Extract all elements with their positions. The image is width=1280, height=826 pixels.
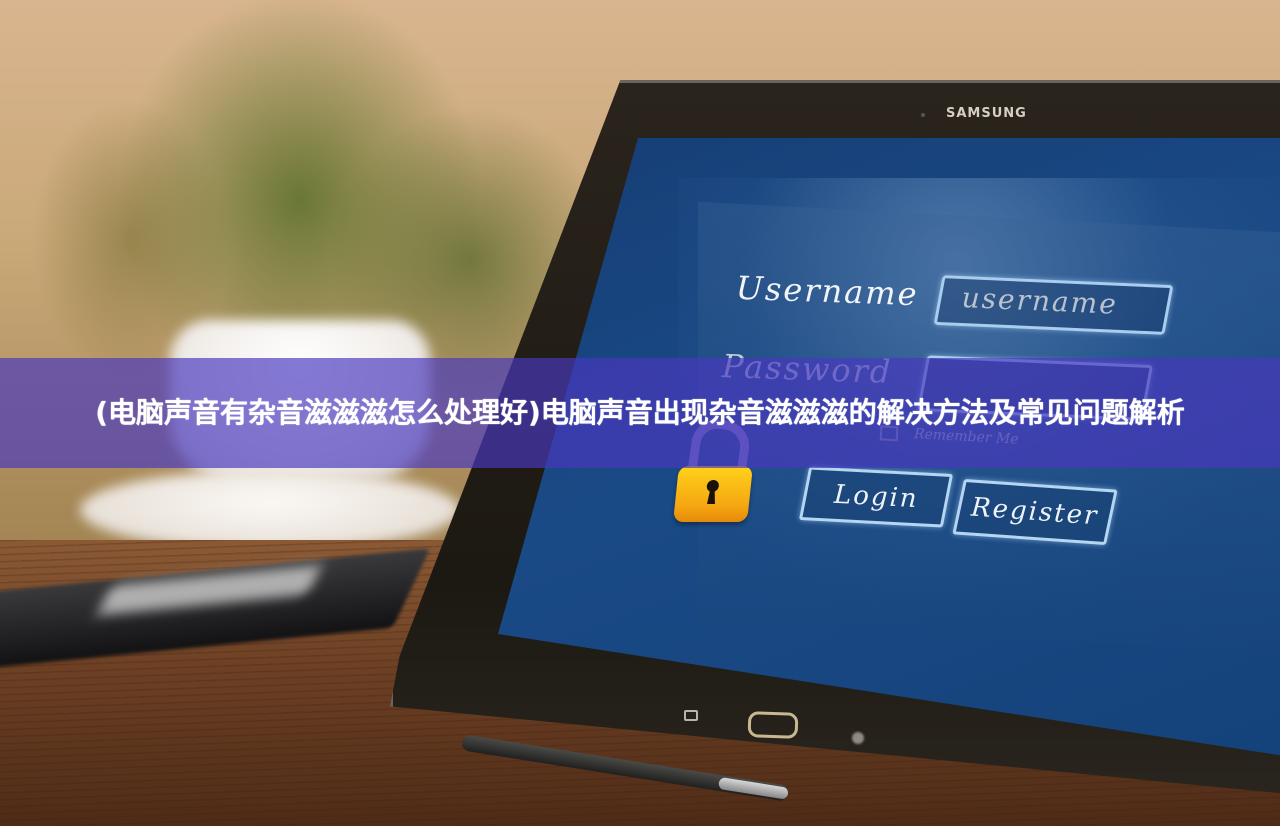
register-button-label: Register (970, 492, 1100, 532)
back-key-icon (684, 710, 698, 721)
title-banner: (电脑声音有杂音滋滋滋怎么处理好)电脑声音出现杂音滋滋滋的解决方法及常见问题解析 (0, 358, 1280, 468)
register-button[interactable]: Register (952, 478, 1118, 546)
front-camera (921, 113, 925, 117)
padlock-body (673, 466, 753, 522)
username-input-value: username (961, 281, 1119, 321)
brand-logo: SAMSUNG (946, 106, 1027, 121)
recent-apps-key-icon (852, 732, 864, 744)
home-button (747, 711, 799, 739)
article-title: (电脑声音有杂音滋滋滋怎么处理好)电脑声音出现杂音滋滋滋的解决方法及常见问题解析 (95, 396, 1185, 429)
username-label: Username (735, 268, 920, 314)
login-button[interactable]: Login (798, 466, 954, 528)
background-saucer (80, 470, 460, 550)
login-button-label: Login (832, 479, 920, 515)
keyhole-icon (706, 480, 720, 492)
username-input[interactable]: username (933, 275, 1174, 335)
